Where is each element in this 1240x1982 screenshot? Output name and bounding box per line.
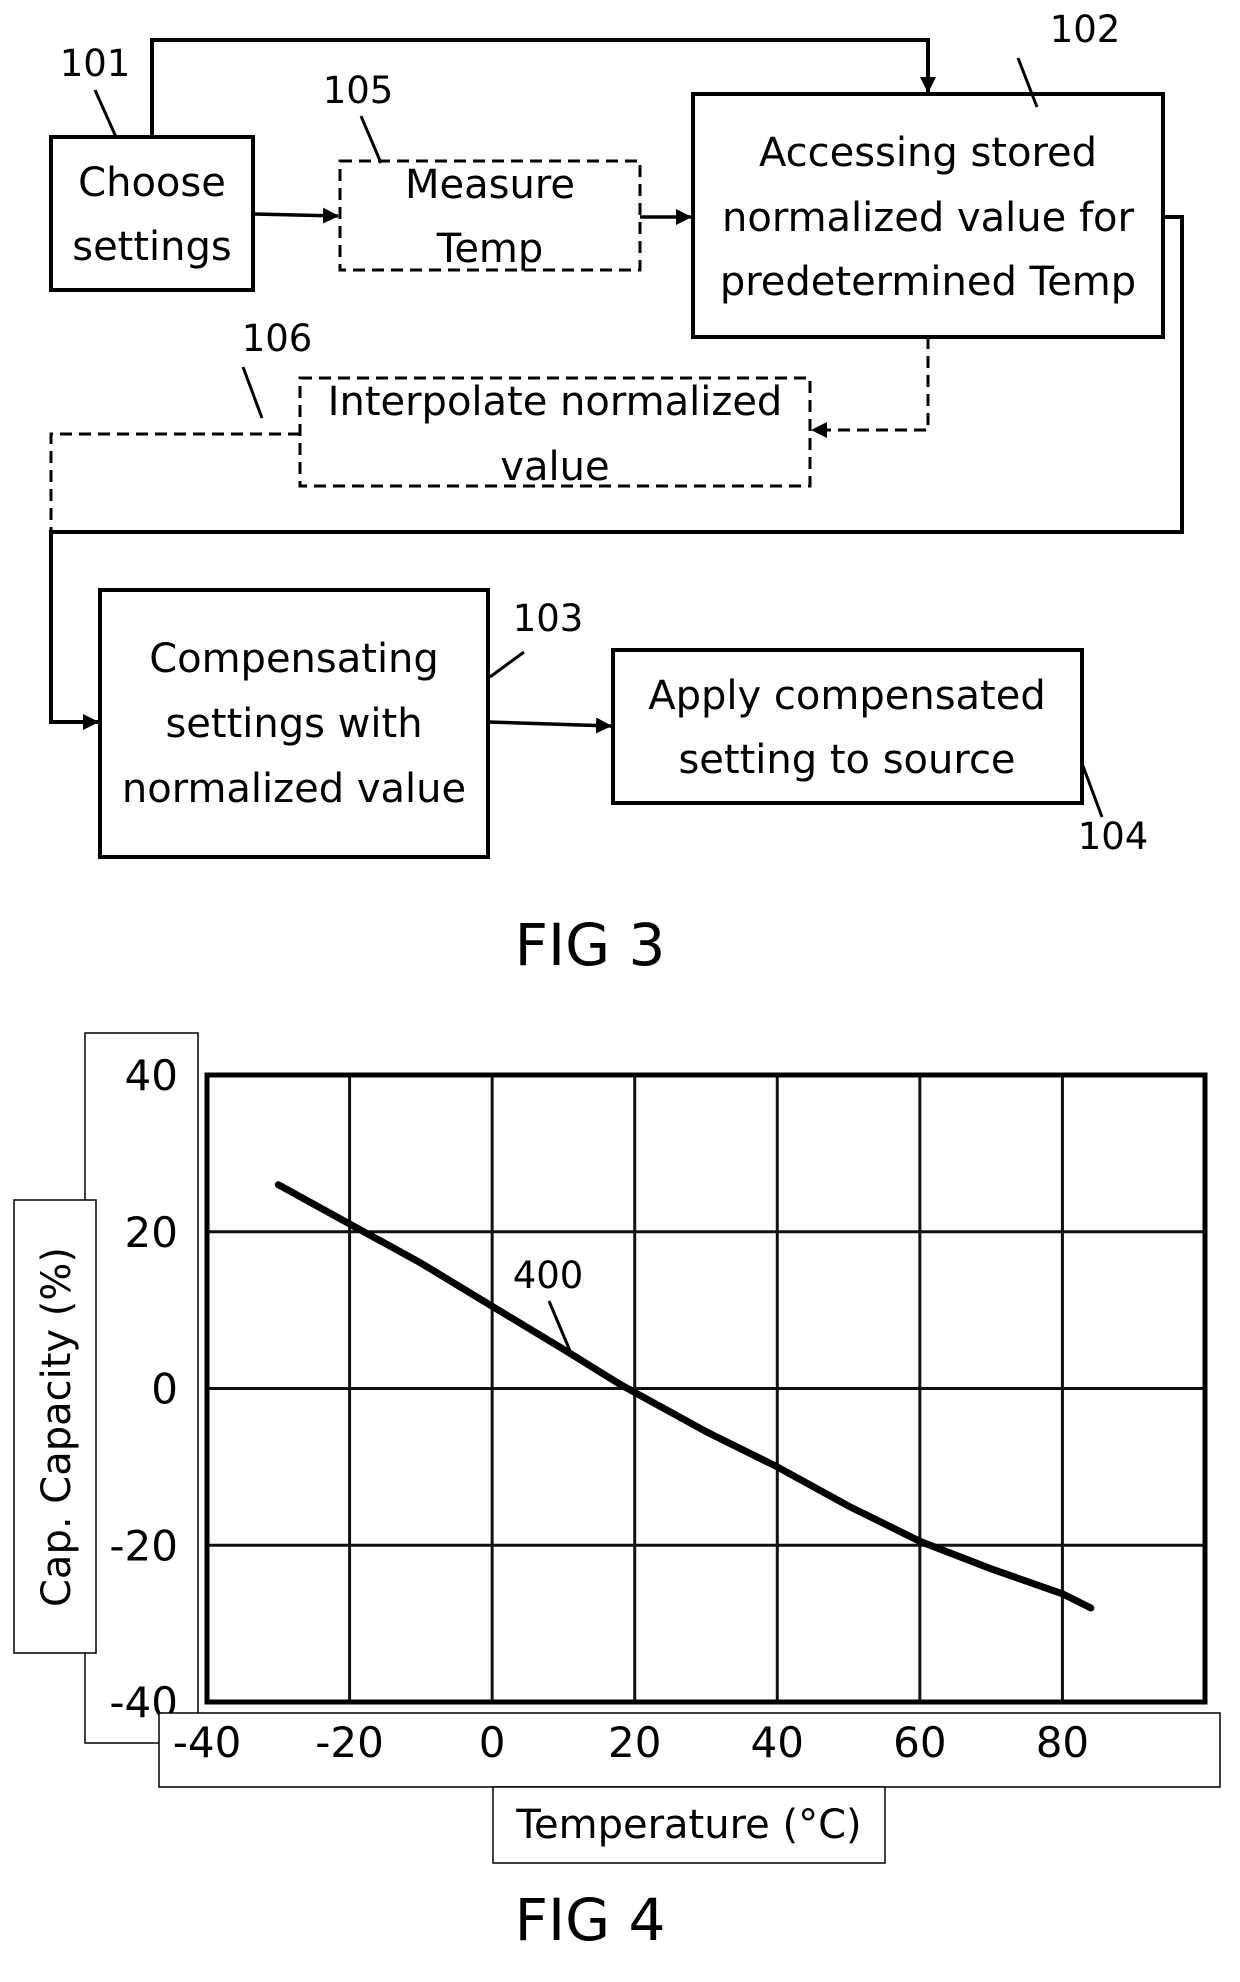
step-103-line-1: Compensating <box>149 636 439 682</box>
step-104-apply-setting: Apply compensated setting to source <box>611 648 1084 805</box>
fig3-caption: FIG 3 <box>515 911 666 979</box>
leader-line-103 <box>489 650 525 679</box>
leader-line-105 <box>359 115 383 164</box>
step-105-line-1: Measure <box>405 162 575 208</box>
x-tick-label: 80 <box>1036 1718 1089 1767</box>
leader-line-101 <box>93 89 118 138</box>
step-104-line-1: Apply compensated <box>648 673 1045 719</box>
x-tick-label: 0 <box>479 1718 506 1767</box>
connector-106-to-103 <box>49 432 300 532</box>
ref-label-105: 105 <box>323 69 394 112</box>
figure-canvas: Choose settings 101 Measure Temp 105 Acc… <box>13 8 1221 1954</box>
x-tick-label: 20 <box>608 1718 661 1767</box>
x-axis-title: Temperature (°C) <box>515 1802 861 1848</box>
y-tick-label: 0 <box>151 1365 178 1414</box>
x-tick-label: 40 <box>751 1718 804 1767</box>
step-101-line-1: Choose <box>78 160 226 206</box>
ref-label-102: 102 <box>1050 8 1121 51</box>
x-tick-label: -20 <box>315 1718 384 1767</box>
ref-label-104: 104 <box>1078 815 1149 858</box>
connector-101-to-105 <box>252 207 339 224</box>
leader-line-102 <box>1016 57 1039 108</box>
fig4-caption: FIG 4 <box>515 1886 666 1954</box>
ref-label-103: 103 <box>513 597 584 640</box>
connector-103-to-104 <box>487 717 612 734</box>
leader-line-104 <box>1081 765 1104 818</box>
leader-line-106 <box>241 366 264 419</box>
fig4-chart: Cap. Capacity (%) 40200-20-40 400 -40 -20… <box>13 1032 1221 1954</box>
step-105-measure-temp: Measure Temp <box>338 159 642 272</box>
step-103-line-2: settings with <box>165 701 422 747</box>
step-101-choose-settings: Choose settings <box>49 135 255 292</box>
chart-grid <box>207 1075 1205 1702</box>
y-tick-label: -20 <box>109 1521 178 1570</box>
fig3-flowchart: Choose settings 101 Measure Temp 105 Acc… <box>49 8 1184 979</box>
ref-label-101: 101 <box>60 42 131 85</box>
step-101-line-2: settings <box>72 224 232 270</box>
y-tick-label: 20 <box>125 1208 178 1257</box>
y-axis-title: Cap. Capacity (%) <box>34 1247 80 1607</box>
step-106-interpolate: Interpolate normalized value <box>298 376 812 490</box>
step-104-line-2: setting to source <box>678 737 1015 783</box>
curve-label-400: 400 <box>513 1254 584 1297</box>
x-tick-label: -40 <box>173 1718 242 1767</box>
connector-102-to-106 <box>811 337 930 438</box>
y-tick-frame <box>84 1032 199 1744</box>
x-tick-label: 60 <box>893 1718 946 1767</box>
step-102-access-stored-value: Accessing stored normalized value for pr… <box>691 92 1165 339</box>
step-102-line-2: normalized value for <box>722 195 1135 241</box>
step-103-line-3: normalized value <box>122 766 466 812</box>
y-tick-label: 40 <box>125 1051 178 1100</box>
connector-101-to-102 <box>150 38 936 137</box>
step-102-line-1: Accessing stored <box>759 130 1097 176</box>
step-105-line-2: Temp <box>436 226 544 272</box>
step-106-line-2: value <box>500 444 609 490</box>
step-103-compensate-settings: Compensating settings with normalized va… <box>98 588 490 859</box>
step-106-line-1: Interpolate normalized <box>328 379 783 425</box>
ref-label-106: 106 <box>242 317 313 360</box>
step-102-line-3: predetermined Temp <box>720 259 1136 305</box>
